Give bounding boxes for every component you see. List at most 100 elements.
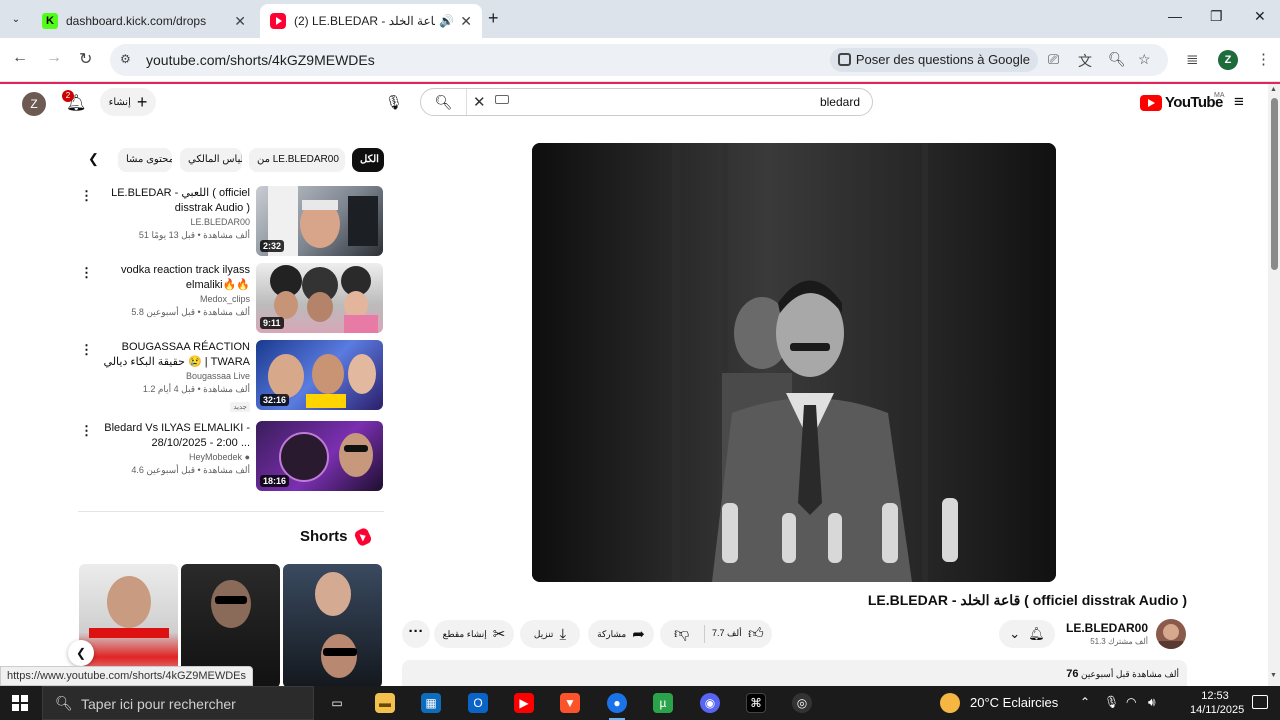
taskbar-search[interactable]: 🔍︎ Taper ici pour rechercher [42, 686, 314, 720]
more-options-icon[interactable]: ⋮ [80, 188, 93, 204]
bookmark-star-icon[interactable]: ☆ [1138, 51, 1151, 68]
voice-search-mic-icon[interactable]: 🎙︎ [380, 88, 408, 116]
video-thumbnail[interactable]: 32:16 [256, 340, 383, 410]
share-button[interactable]: مشاركة ➦ [588, 620, 654, 648]
related-video[interactable]: ⋮ BOUGASSAA RÉACTION حقيقة البكاء ديالي … [78, 340, 384, 412]
new-tab-button[interactable]: + [488, 8, 499, 29]
zoom-icon[interactable]: 🔍︎ [1108, 51, 1126, 68]
video-meta: 51 ألف مشاهدة • قبل 13 يومًا [138, 230, 250, 240]
install-app-icon[interactable]: ⎚ [1048, 51, 1059, 68]
video-title[interactable]: LE.BLEDAR - اللعبي ( officiel disstrak A… [98, 186, 250, 216]
clear-search-icon[interactable]: ✕ [473, 93, 486, 111]
back-icon[interactable]: ← [12, 49, 28, 67]
site-info-icon[interactable]: ⚙ [120, 52, 131, 66]
chip-all[interactable]: الكل [352, 148, 384, 172]
video-title[interactable]: BOUGASSAA RÉACTION حقيقة البكاء ديالي 😢 … [98, 340, 250, 370]
chevron-left-icon[interactable]: ❮ [88, 151, 99, 167]
chip-other[interactable]: محتوى مشا [118, 148, 172, 172]
shorts-prev-button[interactable]: ❮ [68, 640, 94, 666]
more-options-icon[interactable]: ⋮ [80, 423, 93, 439]
channel-name[interactable]: HeyMobedek ● [98, 451, 250, 464]
close-tab-icon[interactable]: ✕ [234, 13, 246, 30]
wifi-icon[interactable]: ◠ [1126, 695, 1136, 709]
windows-start-icon[interactable] [12, 695, 28, 711]
channel-name[interactable]: LE.BLEDAR00 [1050, 621, 1148, 635]
description-box[interactable]: 76 ألف مشاهدة قبل أسبوعين [402, 660, 1187, 688]
channel-avatar[interactable] [1156, 619, 1186, 649]
youtube-app-icon[interactable]: ▶ [514, 693, 534, 713]
like-count[interactable]: 7.7 ألف [712, 628, 742, 639]
video-thumbnail[interactable]: 9:11 [256, 263, 383, 333]
scroll-up-icon[interactable]: ▲ [1270, 86, 1277, 93]
dislike-icon[interactable]: 👎︎ [674, 625, 689, 643]
address-bar[interactable]: ⚙ youtube.com/shorts/4kGZ9MEWDEs Poser d… [110, 44, 1168, 76]
notification-center-icon[interactable] [1252, 695, 1268, 709]
volume-icon[interactable]: 🔊︎ [1148, 695, 1156, 710]
close-tab-icon[interactable]: ✕ [460, 13, 472, 30]
download-button[interactable]: تنزيل ⤓ [520, 620, 580, 648]
search-box[interactable]: 🔍︎ ✕ bledard [420, 88, 873, 116]
channel-name[interactable]: LE.BLEDAR00 [98, 216, 250, 229]
translate-icon[interactable]: 文 [1078, 51, 1092, 71]
like-icon[interactable]: 👍︎ [748, 625, 764, 643]
create-button[interactable]: إنشاء + [100, 88, 156, 116]
user-avatar[interactable]: Z [22, 92, 46, 116]
scroll-down-icon[interactable]: ▼ [1270, 672, 1277, 679]
chip-ilyas[interactable]: إلياس المالكي [180, 148, 242, 172]
video-thumbnail[interactable]: 18:16 [256, 421, 383, 491]
related-video[interactable]: ⋮ LE.BLEDAR - اللعبي ( officiel disstrak… [78, 186, 384, 258]
reload-icon[interactable]: ↻ [79, 49, 92, 69]
search-icon[interactable]: 🔍︎ [421, 89, 467, 115]
tab-youtube-active[interactable]: (2) LE.BLEDAR - قاعة الخلد ( 🔊 ✕ [260, 4, 482, 38]
chrome-menu-icon[interactable]: ⋮ [1256, 50, 1271, 68]
ask-google-button[interactable]: Poser des questions à Google [829, 48, 1038, 72]
video-title[interactable]: Bledard Vs ILYAS ELMALIKI - 28/10/2025 -… [98, 421, 250, 451]
more-options-icon[interactable]: ⋮ [80, 265, 93, 281]
system-clock[interactable]: 12:53 14/11/2025 [1190, 689, 1244, 717]
windows-taskbar: 🔍︎ Taper ici pour rechercher ▭ ▬ ▦ O ▶ ▼… [0, 686, 1280, 720]
capcut-icon[interactable]: ⌘ [746, 693, 766, 713]
clip-button[interactable]: إنشاء مقطع ✂ [434, 620, 514, 648]
tab-kick-drops[interactable]: K dashboard.kick.com/drops ✕ [32, 4, 256, 38]
chip-from-channel[interactable]: من LE.BLEDAR00 [249, 148, 345, 172]
related-video[interactable]: ⋮ vodka reaction track ilyass elmaliki🔥🔥… [78, 263, 384, 335]
video-player[interactable] [532, 143, 1056, 582]
channel-name[interactable]: Bougassaa Live [98, 370, 250, 383]
forward-icon[interactable]: → [46, 49, 62, 67]
outlook-icon[interactable]: O [468, 693, 488, 713]
scrollbar-thumb[interactable] [1271, 98, 1278, 270]
weather-sun-icon[interactable] [940, 693, 960, 713]
close-window-button[interactable]: ✕ [1254, 8, 1266, 25]
speaker-icon[interactable]: 🔊 [439, 14, 454, 28]
store-icon[interactable]: ▦ [421, 693, 441, 713]
keyboard-icon[interactable] [495, 95, 509, 104]
menu-hamburger-icon[interactable]: ≡ [1234, 92, 1244, 112]
search-input[interactable]: bledard [820, 95, 860, 109]
more-actions-button[interactable]: ··· [402, 620, 430, 648]
profile-avatar[interactable]: Z [1218, 50, 1238, 70]
chrome-icon[interactable]: ● [607, 693, 627, 720]
tray-overflow-icon[interactable]: ⌃ [1080, 695, 1090, 709]
restore-button[interactable]: ❐ [1210, 8, 1223, 25]
discord-icon[interactable]: ◉ [700, 693, 720, 713]
more-options-icon[interactable]: ⋮ [80, 342, 93, 358]
short-thumbnail[interactable] [283, 564, 382, 688]
youtube-logo[interactable]: YouTube [1140, 94, 1223, 111]
reading-list-icon[interactable]: ≣ [1186, 50, 1199, 68]
obs-icon[interactable]: ◎ [792, 693, 812, 713]
weather-text[interactable]: 20°C Eclaircies [970, 695, 1058, 710]
video-title[interactable]: vodka reaction track ilyass elmaliki🔥🔥 [98, 263, 250, 293]
utorrent-icon[interactable]: µ [653, 693, 673, 713]
video-thumbnail[interactable]: 2:32 [256, 186, 383, 256]
tab-search-button[interactable]: ⌄ [6, 9, 26, 29]
brave-browser-icon[interactable]: ▼ [560, 693, 580, 713]
channel-name[interactable]: Medox_clips [98, 293, 250, 306]
minimize-button[interactable]: — [1168, 8, 1182, 24]
subscription-button[interactable]: ⌄ 🔔︎ [999, 620, 1055, 648]
file-explorer-icon[interactable]: ▬ [375, 693, 395, 713]
search-icon: 🔍︎ [55, 695, 73, 711]
task-view-icon[interactable]: ▭ [327, 693, 347, 713]
microphone-icon[interactable]: 🎙︎ [1104, 695, 1119, 709]
related-video[interactable]: ⋮ Bledard Vs ILYAS ELMALIKI - 28/10/2025… [78, 421, 384, 493]
url-text[interactable]: youtube.com/shorts/4kGZ9MEWDEs [146, 52, 375, 68]
